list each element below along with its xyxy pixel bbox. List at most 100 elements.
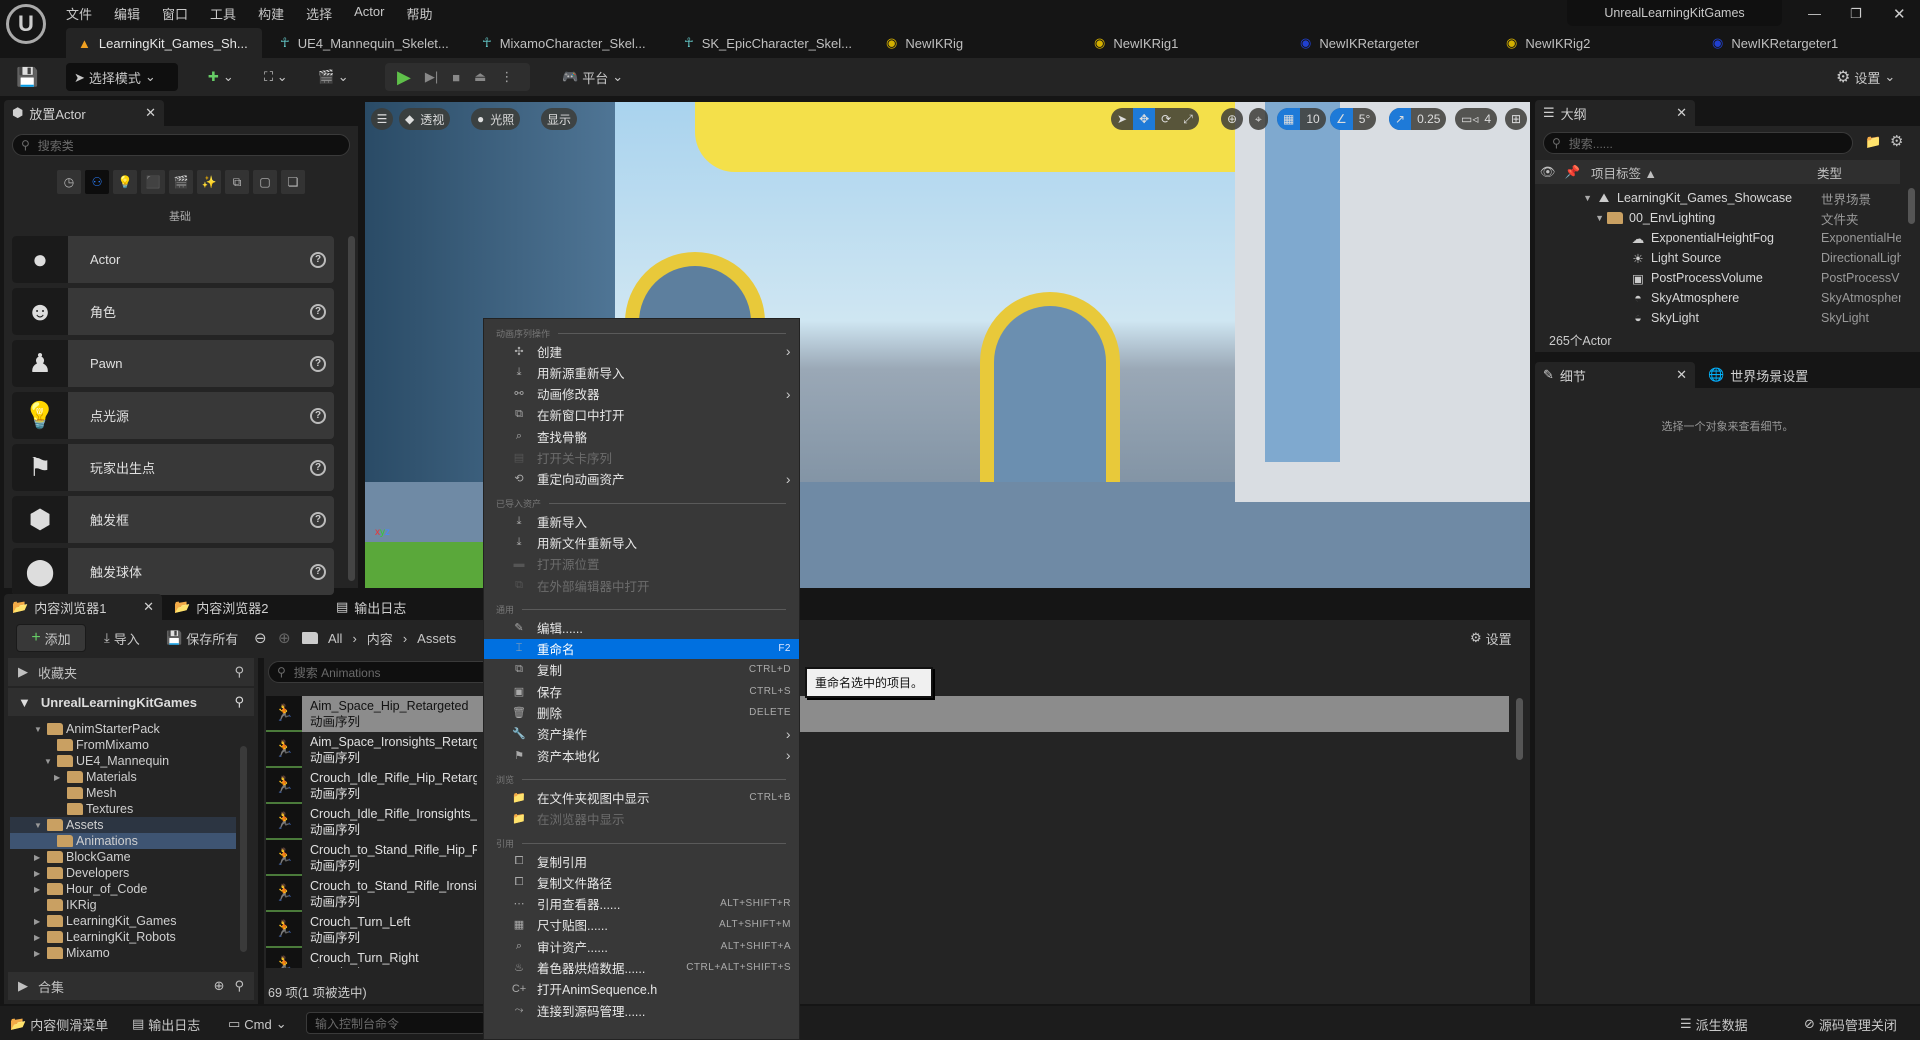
- asset-item[interactable]: 🏃 Crouch_Turn_Left 动画序列: [266, 912, 1509, 948]
- doc-tab[interactable]: ◉ NewIKRetargeter: [1288, 28, 1484, 58]
- outliner-row[interactable]: ☀ Light Source DirectionalLigh: [1535, 248, 1920, 268]
- doc-tab[interactable]: ▲ LearningKit_Games_Sh...: [66, 28, 262, 58]
- outliner-row[interactable]: ▼ 00_EnvLighting 文件夹: [1535, 208, 1920, 228]
- gear-icon[interactable]: ⚙: [1890, 132, 1903, 150]
- menu-item[interactable]: 📁 在文件夹视图中显示 CTRL+B: [484, 787, 799, 807]
- recent-icon[interactable]: ◷: [57, 170, 81, 194]
- add-actor-button[interactable]: ✚ ⌄: [208, 63, 234, 91]
- lights-icon[interactable]: 💡: [113, 170, 137, 194]
- back-button[interactable]: ⊖: [254, 624, 267, 652]
- actor-item[interactable]: 💡 点光源?: [12, 392, 334, 439]
- actor-item[interactable]: ⚑ 玩家出生点?: [12, 444, 334, 491]
- all-classes-icon[interactable]: ❏: [281, 170, 305, 194]
- cinematics-button[interactable]: 🎬 ⌄: [318, 63, 349, 91]
- more-icon[interactable]: ⋮: [500, 69, 513, 85]
- menu-item[interactable]: ⤓ 用新文件重新导入: [484, 532, 799, 552]
- rotate-icon[interactable]: ⟳: [1155, 108, 1177, 130]
- actor-item[interactable]: ⬢ 触发框?: [12, 496, 334, 543]
- expand-arrow-icon[interactable]: ▼: [34, 821, 44, 830]
- menu-item[interactable]: Actor: [354, 4, 384, 23]
- basic-icon[interactable]: ⚇: [85, 170, 109, 194]
- menu-item[interactable]: 帮助: [406, 4, 432, 23]
- folder-tree-item[interactable]: ▶ Mixamo: [10, 945, 236, 961]
- grid-snap[interactable]: ▦ 10: [1277, 108, 1326, 130]
- menu-item[interactable]: ⧠ 复制文件路径: [484, 872, 799, 892]
- add-collection-icon[interactable]: ⊕: [214, 978, 225, 994]
- rotation-snap[interactable]: ∠ 5°: [1330, 108, 1377, 130]
- scale-snap[interactable]: ↗ 0.25: [1389, 108, 1447, 130]
- folder-tree-item[interactable]: Textures: [10, 801, 236, 817]
- menu-item[interactable]: ⌶ 重命名 F2: [484, 638, 799, 659]
- select-icon[interactable]: ➤: [1111, 108, 1133, 130]
- menu-item[interactable]: 🗑 删除 DELETE: [484, 703, 799, 723]
- menu-item[interactable]: ⌕ 查找骨骼: [484, 426, 799, 446]
- menu-item[interactable]: ⤓ 重新导入: [484, 511, 799, 531]
- breadcrumb-item[interactable]: All: [328, 631, 342, 646]
- visual-effects-icon[interactable]: ✨: [197, 170, 221, 194]
- step-icon[interactable]: ▶|: [425, 69, 438, 85]
- outliner-search-input[interactable]: ⚲ 搜索......: [1543, 132, 1853, 154]
- doc-tab[interactable]: ◉ NewIKRig: [874, 28, 1070, 58]
- expand-arrow-icon[interactable]: ▼: [44, 757, 54, 766]
- menu-item[interactable]: 文件: [66, 4, 92, 23]
- asset-item[interactable]: 🏃 Aim_Space_Hip_Retargeted 动画序列: [266, 696, 1509, 732]
- world-local-toggle[interactable]: ⊕: [1221, 108, 1244, 130]
- search-icon[interactable]: ⚲: [234, 664, 244, 680]
- folder-tree-item[interactable]: FromMixamo: [10, 737, 236, 753]
- folder-tree-item[interactable]: ▶ Hour_of_Code: [10, 881, 236, 897]
- column-label[interactable]: 项目标签 ▲: [1585, 163, 1811, 182]
- expand-arrow-icon[interactable]: ▶: [54, 773, 64, 782]
- asset-item[interactable]: 🏃 Crouch_to_Stand_Rifle_Ironsights 动画序列: [266, 876, 1509, 912]
- folder-tree-item[interactable]: ▶ BlockGame: [10, 849, 236, 865]
- expand-arrow-icon[interactable]: ▶: [34, 869, 44, 878]
- camera-speed[interactable]: ▭◃ 4: [1455, 108, 1498, 130]
- unreal-logo[interactable]: U: [6, 4, 46, 44]
- visibility-icon[interactable]: 👁: [1535, 165, 1560, 180]
- close-icon[interactable]: ✕: [145, 105, 156, 121]
- close-icon[interactable]: ✕: [1676, 367, 1687, 383]
- folder-tree-item[interactable]: ▼ Assets: [10, 817, 236, 833]
- cb-settings-button[interactable]: ⚙ 设置: [1470, 624, 1512, 652]
- collapse-icon[interactable]: ▼: [1535, 213, 1607, 223]
- doc-tab[interactable]: ◉ NewIKRig2: [1494, 28, 1690, 58]
- menu-item[interactable]: 工具: [210, 4, 236, 23]
- asset-item[interactable]: 🏃Crouch_Turn_Right动画序列: [266, 948, 1509, 968]
- move-icon[interactable]: ✥: [1133, 108, 1156, 130]
- expand-arrow-icon[interactable]: ▶: [34, 885, 44, 894]
- eject-icon[interactable]: ⏏: [474, 69, 486, 85]
- outliner-row[interactable]: ▣ PostProcessVolume PostProcessV: [1535, 268, 1920, 288]
- perspective-button[interactable]: ◆ 透视: [399, 108, 451, 130]
- menu-item[interactable]: 构建: [258, 4, 284, 23]
- asset-item[interactable]: 🏃 Crouch_to_Stand_Rifle_Hip_Retargeted 动画序…: [266, 840, 1509, 876]
- surface-snap[interactable]: ⌖: [1249, 108, 1268, 130]
- cinematic-icon[interactable]: 🎬: [169, 170, 193, 194]
- expand-arrow-icon[interactable]: ▶: [34, 933, 44, 942]
- actor-item[interactable]: ☻ 角色?: [12, 288, 334, 335]
- menu-item[interactable]: ⤳ 连接到源码管理......: [484, 1000, 799, 1020]
- expand-arrow-icon[interactable]: ▶: [34, 917, 44, 926]
- add-button[interactable]: + 添加: [16, 624, 86, 652]
- help-icon[interactable]: ?: [310, 511, 326, 528]
- derived-data-button[interactable]: ☰ 派生数据: [1680, 1010, 1748, 1038]
- menu-item[interactable]: ⚑ 资产本地化 ›: [484, 745, 799, 765]
- tab-outliner[interactable]: ☰ 大纲 ✕: [1535, 100, 1695, 126]
- folder-tree-item[interactable]: ▶ Developers: [10, 865, 236, 881]
- geometry-icon[interactable]: ⧉: [225, 170, 249, 194]
- platform-dropdown[interactable]: 🎮 平台 ⌄: [562, 63, 623, 91]
- minimize-button[interactable]: —: [1808, 6, 1821, 21]
- menu-item[interactable]: 窗口: [162, 4, 188, 23]
- menu-item[interactable]: ♨ 着色器烘焙数据...... CTRL+ALT+SHIFT+S: [484, 958, 799, 978]
- breadcrumb-item[interactable]: 内容: [367, 629, 393, 648]
- maximize-button[interactable]: ❐: [1850, 6, 1862, 22]
- viewport-menu-button[interactable]: ☰: [371, 108, 393, 130]
- favorites-header[interactable]: ▶ 收藏夹 ⚲: [8, 658, 254, 686]
- menu-item[interactable]: ✎ 编辑......: [484, 617, 799, 637]
- search-icon[interactable]: ⚲: [234, 978, 244, 994]
- doc-tab[interactable]: ☥ MixamoCharacter_Skel...: [470, 28, 666, 58]
- help-icon[interactable]: ?: [310, 251, 326, 268]
- asset-item[interactable]: 🏃 Crouch_Idle_Rifle_Hip_Retargeted 动画序列: [266, 768, 1509, 804]
- menu-item[interactable]: ⧉ 复制 CTRL+D: [484, 660, 799, 680]
- tab-place-actors[interactable]: ⬢ 放置Actor ✕: [4, 100, 164, 126]
- menu-item[interactable]: ⌕ 审计资产...... ALT+SHIFT+A: [484, 936, 799, 956]
- asset-scrollbar[interactable]: [1516, 698, 1523, 760]
